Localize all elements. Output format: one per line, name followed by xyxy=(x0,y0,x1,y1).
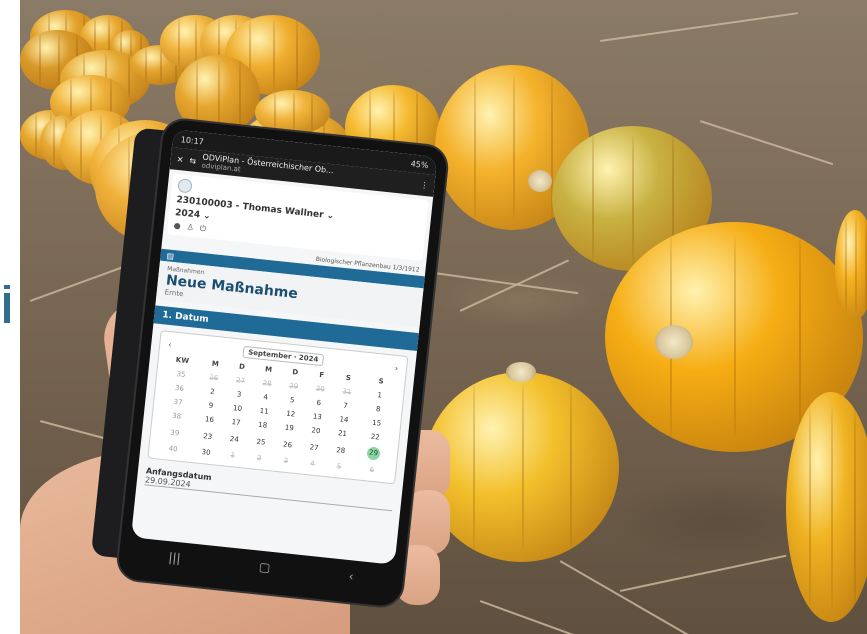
pumpkin-rib xyxy=(853,405,856,609)
pumpkin xyxy=(786,392,867,622)
year-text: 2024 xyxy=(174,207,201,221)
status-time: 10:17 xyxy=(180,134,205,147)
chevron-down-icon: ⌄ xyxy=(202,210,212,222)
pumpkin-rib xyxy=(845,216,847,314)
calendar-day: 6 xyxy=(369,465,375,475)
calendar-day: 4 xyxy=(309,459,316,468)
pumpkin-stem xyxy=(655,325,693,359)
status-battery: 45% xyxy=(410,158,429,170)
pumpkin-stem xyxy=(506,362,536,382)
pumpkin-rib xyxy=(592,134,594,263)
share-icon[interactable]: ⋮ xyxy=(420,180,429,190)
photo-scene: 10:17 45% ✕ ⇆ ODViPlan - Österreichische… xyxy=(0,0,867,634)
form-icon: ▤ xyxy=(166,250,175,261)
pumpkin-rib xyxy=(272,19,275,91)
pumpkin-rib xyxy=(472,383,475,551)
pumpkin-rib xyxy=(734,235,736,439)
pumpkin-rib xyxy=(80,114,82,181)
calendar-day: 2 xyxy=(256,453,262,463)
partial-logo xyxy=(4,285,12,325)
flag-icon[interactable]: ● xyxy=(173,221,181,232)
user-icon[interactable]: ♙ xyxy=(186,222,194,233)
pumpkin-rib xyxy=(808,405,811,609)
smartphone: 10:17 45% ✕ ⇆ ODViPlan - Österreichische… xyxy=(90,118,449,608)
calendar-day[interactable]: 30 xyxy=(192,444,220,461)
calendar-day: 3 xyxy=(283,456,289,466)
pumpkin-stem xyxy=(528,170,552,192)
pumpkin-rib xyxy=(238,59,241,131)
week-number: 40 xyxy=(168,444,178,454)
pumpkin-rib xyxy=(38,33,41,87)
pumpkin-rib xyxy=(196,59,199,131)
pumpkin-rib xyxy=(35,113,37,157)
pumpkin-rib xyxy=(570,383,573,551)
pumpkin-rib xyxy=(273,92,276,133)
pumpkin-rib xyxy=(632,134,634,263)
pumpkin xyxy=(424,372,619,562)
home-icon[interactable]: ▢ xyxy=(258,560,271,575)
power-icon[interactable]: ⏻ xyxy=(199,224,206,235)
close-icon[interactable]: ✕ xyxy=(176,154,184,164)
pumpkin-rib xyxy=(292,92,295,133)
phone-body: 10:17 45% ✕ ⇆ ODViPlan - Österreichische… xyxy=(116,118,449,608)
pumpkin-rib xyxy=(217,59,220,131)
site-settings-icon[interactable]: ⇆ xyxy=(189,156,197,166)
left-white-strip xyxy=(0,0,20,634)
recents-icon[interactable]: ||| xyxy=(168,550,182,565)
pumpkin-rib xyxy=(855,216,857,314)
pumpkin-rib xyxy=(798,235,801,439)
pumpkin-rib xyxy=(521,383,524,551)
pumpkin-rib xyxy=(311,92,314,133)
pumpkin-rib xyxy=(52,118,55,167)
pumpkin-rib xyxy=(145,47,147,83)
pumpkin-rib xyxy=(473,74,476,221)
pumpkin-rib xyxy=(296,19,299,91)
pumpkin-rib xyxy=(177,18,180,67)
calendar: ‹ September · 2024 › KW M D M D F S S 35 26 27 28 2… xyxy=(147,330,409,485)
pumpkin xyxy=(835,210,867,320)
calendar-day: 5 xyxy=(336,462,342,471)
calendar-day: 1 xyxy=(230,451,236,460)
pumpkin-rib xyxy=(512,74,515,221)
phone-screen: 10:17 45% ✕ ⇆ ODViPlan - Österreichische… xyxy=(130,129,438,565)
month-text: September xyxy=(247,348,292,361)
pumpkin-rib xyxy=(831,405,833,609)
chevron-left-icon[interactable]: ‹ xyxy=(168,339,172,348)
org-logo-icon xyxy=(177,178,193,194)
year-text: 2024 xyxy=(298,353,319,364)
chevron-right-icon[interactable]: › xyxy=(394,363,398,372)
chevron-down-icon: ⌄ xyxy=(326,210,335,222)
back-icon[interactable]: ‹ xyxy=(348,569,354,583)
